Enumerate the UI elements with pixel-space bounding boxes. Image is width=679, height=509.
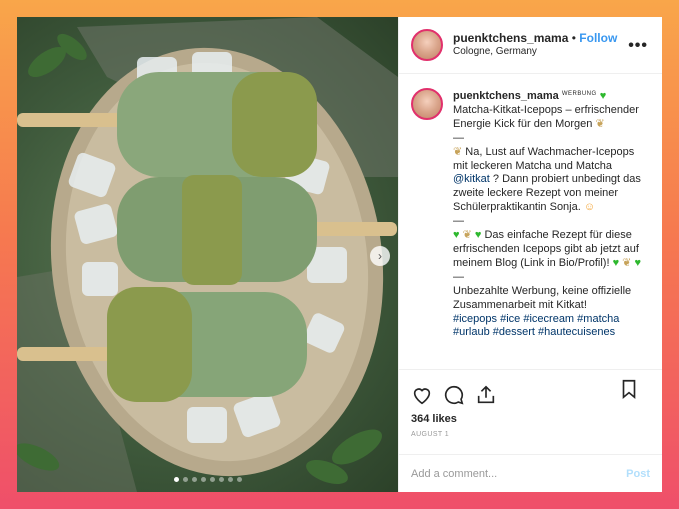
popsicles-illustration — [17, 17, 398, 492]
location-link[interactable]: Cologne, Germany — [453, 45, 617, 59]
comment-icon[interactable] — [443, 384, 465, 406]
carousel-dot — [200, 477, 206, 482]
post-comment-button[interactable]: Post — [626, 468, 650, 480]
comment-input[interactable]: Add a comment... — [411, 468, 626, 480]
carousel-dot — [173, 477, 179, 482]
dash: — — [453, 270, 464, 283]
post-photo[interactable]: › — [17, 17, 398, 492]
hashtag-link[interactable]: #ice — [500, 313, 520, 325]
caption-avatar[interactable] — [411, 88, 443, 120]
carousel-dot — [182, 477, 188, 482]
caption: puenktchens_mama WERBUNG ♥ Matcha-Kitkat… — [399, 74, 662, 369]
icepop-icon: ❦ — [453, 145, 463, 158]
green-heart-icon: ♥ — [474, 229, 482, 242]
post-sidebar: puenktchens_mama • Follow Cologne, Germa… — [398, 17, 662, 492]
dash: — — [453, 131, 464, 144]
carousel-dot — [227, 477, 233, 482]
hashtag-link[interactable]: #icecream — [523, 313, 574, 325]
hashtag-link[interactable]: #dessert — [493, 326, 535, 338]
carousel-dot — [218, 477, 224, 482]
green-heart-icon: ♥ — [453, 229, 460, 242]
post-header: puenktchens_mama • Follow Cologne, Germa… — [399, 17, 662, 74]
follow-button[interactable]: Follow — [579, 31, 617, 45]
avatar[interactable] — [411, 29, 443, 61]
smile-emoji-icon: ☺ — [583, 201, 596, 214]
carousel-next-button[interactable]: › — [370, 246, 390, 266]
heart-icon[interactable] — [411, 384, 433, 406]
dash: — — [453, 215, 464, 228]
hashtag-link[interactable]: #hautecuisenes — [538, 326, 615, 338]
icepop-icon: ❦ — [462, 229, 472, 242]
likes-count[interactable]: 364 likes — [399, 413, 662, 425]
comment-bar: Add a comment... Post — [399, 454, 662, 492]
header-text: puenktchens_mama • Follow Cologne, Germa… — [453, 31, 617, 59]
instagram-post: › puenktchens_mama • Follow Cologne, Ger… — [17, 17, 662, 492]
action-bar — [399, 369, 662, 411]
carousel-dot — [191, 477, 197, 482]
icepop-icon: ❦ — [595, 117, 605, 130]
caption-title: Matcha-Kitkat-Icepops – erfrischender En… — [453, 103, 639, 130]
header-separator: • — [571, 31, 576, 45]
icepop-icon: ❦ — [622, 256, 632, 269]
kitkat-mention-link[interactable]: @kitkat — [453, 173, 490, 185]
green-heart-icon: ♥ — [634, 256, 641, 269]
caption-text: puenktchens_mama WERBUNG ♥ Matcha-Kitkat… — [453, 88, 649, 369]
caption-p3: Unbezahlte Werbung, keine offizielle Zus… — [453, 284, 632, 311]
hashtag-link[interactable]: #urlaub — [453, 326, 490, 338]
caption-p2: Das einfache Rezept für diese erfrischen… — [453, 229, 639, 269]
caption-p1: Na, Lust auf Wachmacher-Icepops mit leck… — [453, 145, 635, 172]
more-options-icon[interactable]: ••• — [628, 37, 648, 55]
post-date: AUGUST 1 — [411, 431, 450, 438]
green-heart-icon: ♥ — [599, 90, 607, 102]
header-username[interactable]: puenktchens_mama — [453, 31, 568, 45]
hashtag-link[interactable]: #icepops — [453, 313, 497, 325]
carousel-dot — [209, 477, 215, 482]
caption-username[interactable]: puenktchens_mama — [453, 90, 559, 102]
carousel-dot — [236, 477, 242, 482]
bookmark-icon[interactable] — [618, 378, 640, 400]
hashtag-link[interactable]: #matcha — [577, 313, 619, 325]
carousel-dots — [17, 477, 398, 482]
green-heart-icon: ♥ — [612, 256, 620, 269]
share-icon[interactable] — [475, 384, 497, 406]
ad-label: WERBUNG — [561, 91, 597, 97]
